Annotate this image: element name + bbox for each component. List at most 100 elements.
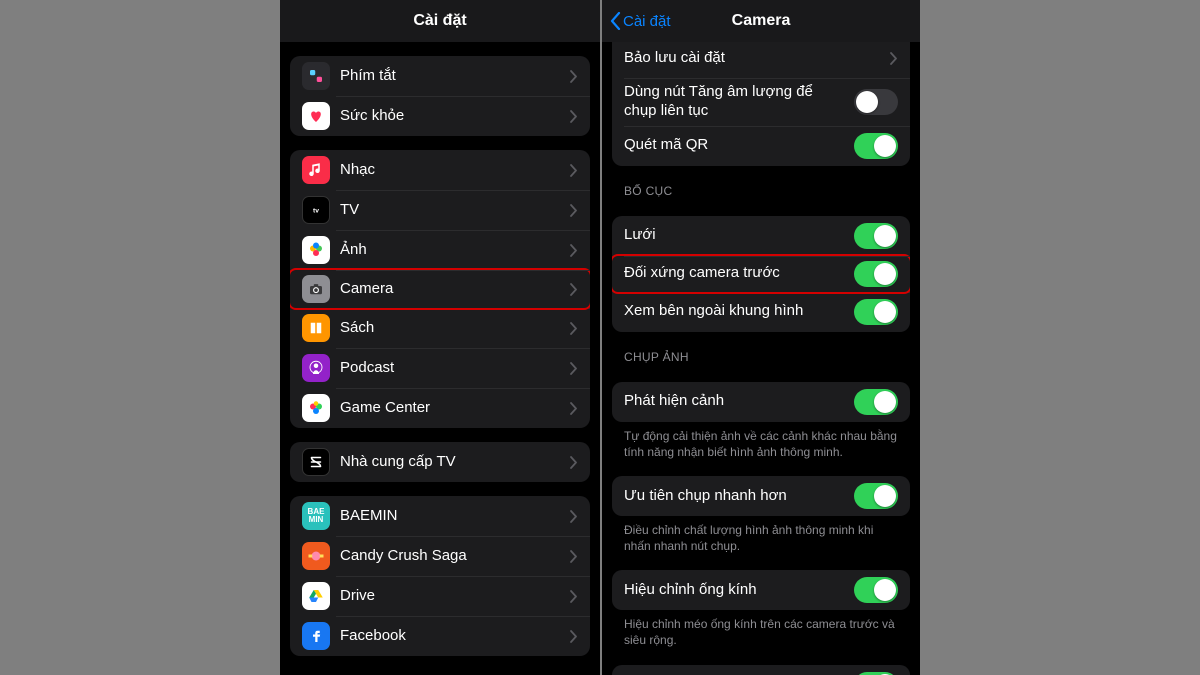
drive-icon: [302, 582, 330, 610]
toggle-scene[interactable]: [854, 389, 898, 415]
toggle-qr[interactable]: [854, 133, 898, 159]
photos-icon: [302, 236, 330, 264]
chevron-right-icon: [570, 110, 578, 123]
chevron-right-icon: [570, 402, 578, 415]
settings-row-label: Dùng nút Tăng âm lượng để chụp liên tục: [624, 83, 854, 121]
books-icon: [302, 314, 330, 342]
chevron-right-icon: [570, 590, 578, 603]
chevron-right-icon: [570, 630, 578, 643]
tvprovider-icon: [302, 448, 330, 476]
settings-row-grid[interactable]: Lưới: [612, 216, 910, 256]
settings-row-baemin[interactable]: BAEMIN BAEMIN: [290, 496, 590, 536]
nav-bar: Cài đặt Camera: [602, 0, 920, 42]
settings-row-music[interactable]: Nhạc: [290, 150, 590, 190]
settings-row-label: Phím tắt: [340, 67, 570, 86]
toggle-grid[interactable]: [854, 223, 898, 249]
settings-group: BAEMIN BAEMIN Candy Crush Saga Drive Faceboo…: [290, 496, 590, 656]
health-icon: [302, 102, 330, 130]
settings-group: Lưới Đối xứng camera trước Xem bên ngoài k…: [612, 216, 910, 332]
back-label: Cài đặt: [623, 13, 671, 30]
chevron-right-icon: [570, 362, 578, 375]
podcast-icon: [302, 354, 330, 382]
chevron-right-icon: [570, 283, 578, 296]
nav-title: Cài đặt: [413, 12, 466, 30]
settings-row-label: Phát hiện cảnh: [624, 392, 854, 411]
section-footer: Tự động cải thiện ảnh về các cảnh khác n…: [602, 422, 920, 462]
settings-row-label: Bảo lưu cài đặt: [624, 49, 890, 68]
settings-row-tv[interactable]: tvTV: [290, 190, 590, 230]
settings-row-label: Ảnh: [340, 241, 570, 260]
chevron-left-icon: [610, 12, 621, 30]
settings-row-photos[interactable]: Ảnh: [290, 230, 590, 270]
screenshot-container: Cài đặt Phím tắt Sức khỏe NhạctvTV Ảnh Camer…: [280, 0, 920, 675]
toggle-mirror[interactable]: [854, 261, 898, 287]
settings-row-drive[interactable]: Drive: [290, 576, 590, 616]
chevron-right-icon: [570, 456, 578, 469]
settings-row-mirror[interactable]: Đối xứng camera trước: [612, 254, 910, 294]
settings-group: Phát hiện cảnh: [612, 382, 910, 422]
chevron-right-icon: [570, 550, 578, 563]
toggle-faster[interactable]: [854, 483, 898, 509]
settings-group: HDR thông minh: [612, 665, 910, 675]
gamecenter-icon: [302, 394, 330, 422]
settings-row-label: Drive: [340, 587, 570, 606]
settings-group: Ưu tiên chụp nhanh hơn: [612, 476, 910, 516]
chevron-right-icon: [570, 164, 578, 177]
back-button[interactable]: Cài đặt: [610, 0, 671, 42]
settings-row-candy[interactable]: Candy Crush Saga: [290, 536, 590, 576]
nav-title: Camera: [732, 12, 791, 30]
settings-group: NhạctvTV Ảnh Camera Sách Podcast Game Center: [290, 150, 590, 428]
settings-row-preserve[interactable]: Bảo lưu cài đặt: [612, 42, 910, 78]
settings-row-label: Candy Crush Saga: [340, 547, 570, 566]
settings-row-label: Sách: [340, 319, 570, 338]
settings-group: Nhà cung cấp TV: [290, 442, 590, 482]
settings-row-label: Hiệu chỉnh ống kính: [624, 581, 854, 600]
settings-group: Hiệu chỉnh ống kính: [612, 570, 910, 610]
chevron-right-icon: [570, 70, 578, 83]
baemin-icon: BAEMIN: [302, 502, 330, 530]
toggle-hdr[interactable]: [854, 672, 898, 675]
settings-row-scene[interactable]: Phát hiện cảnh: [612, 382, 910, 422]
settings-row-label: Podcast: [340, 359, 570, 378]
settings-row-label: Facebook: [340, 627, 570, 646]
toggle-outside[interactable]: [854, 299, 898, 325]
settings-row-camera[interactable]: Camera: [290, 268, 590, 310]
toggle-lens[interactable]: [854, 577, 898, 603]
settings-row-qr[interactable]: Quét mã QR: [612, 126, 910, 166]
settings-row-volumeburst[interactable]: Dùng nút Tăng âm lượng để chụp liên tục: [612, 78, 910, 126]
section-footer: Hiệu chỉnh méo ống kính trên các camera …: [602, 610, 920, 650]
settings-row-lens[interactable]: Hiệu chỉnh ống kính: [612, 570, 910, 610]
settings-row-tvprovider[interactable]: Nhà cung cấp TV: [290, 442, 590, 482]
settings-row-facebook[interactable]: Facebook: [290, 616, 590, 656]
chevron-right-icon: [570, 322, 578, 335]
settings-row-label: Đối xứng camera trước: [624, 264, 854, 283]
toggle-volumeburst[interactable]: [854, 89, 898, 115]
settings-group: Bảo lưu cài đặt Dùng nút Tăng âm lượng để…: [612, 42, 910, 166]
camera-settings-list[interactable]: Bảo lưu cài đặt Dùng nút Tăng âm lượng để…: [602, 42, 920, 675]
chevron-right-icon: [570, 204, 578, 217]
chevron-right-icon: [570, 510, 578, 523]
settings-row-label: Sức khỏe: [340, 107, 570, 126]
settings-row-outside[interactable]: Xem bên ngoài khung hình: [612, 292, 910, 332]
settings-row-podcast[interactable]: Podcast: [290, 348, 590, 388]
settings-group: Phím tắt Sức khỏe: [290, 56, 590, 136]
settings-row-label: Xem bên ngoài khung hình: [624, 302, 854, 321]
settings-row-shortcuts[interactable]: Phím tắt: [290, 56, 590, 96]
settings-row-gamecenter[interactable]: Game Center: [290, 388, 590, 428]
settings-row-label: Ưu tiên chụp nhanh hơn: [624, 487, 854, 506]
candy-icon: [302, 542, 330, 570]
settings-list[interactable]: Phím tắt Sức khỏe NhạctvTV Ảnh Camera Sách Pod…: [280, 42, 600, 675]
settings-row-faster[interactable]: Ưu tiên chụp nhanh hơn: [612, 476, 910, 516]
settings-row-label: Game Center: [340, 399, 570, 418]
settings-row-label: BAEMIN: [340, 507, 570, 526]
settings-row-books[interactable]: Sách: [290, 308, 590, 348]
facebook-icon: [302, 622, 330, 650]
settings-row-health[interactable]: Sức khỏe: [290, 96, 590, 136]
section-footer: Điều chỉnh chất lượng hình ảnh thông min…: [602, 516, 920, 556]
settings-row-label: Nhà cung cấp TV: [340, 453, 570, 472]
music-icon: [302, 156, 330, 184]
settings-row-hdr[interactable]: HDR thông minh: [612, 665, 910, 675]
shortcuts-icon: [302, 62, 330, 90]
phone-left: Cài đặt Phím tắt Sức khỏe NhạctvTV Ảnh Camer…: [280, 0, 600, 675]
svg-text:tv: tv: [313, 207, 319, 214]
